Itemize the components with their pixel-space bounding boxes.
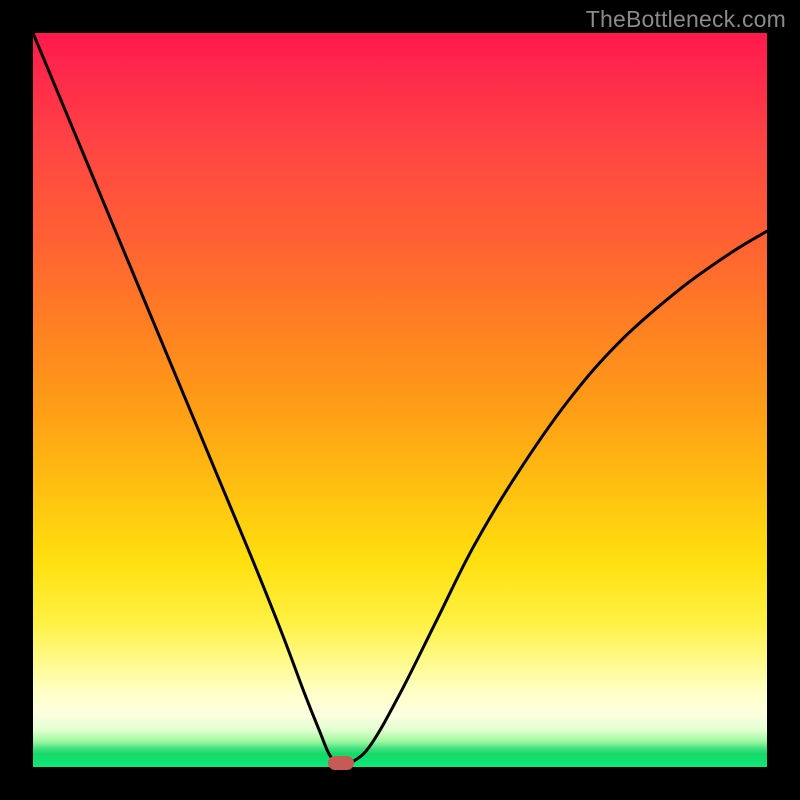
bottleneck-curve: [33, 33, 767, 767]
optimal-point-marker: [328, 756, 354, 770]
chart-frame: TheBottleneck.com: [0, 0, 800, 800]
watermark-text: TheBottleneck.com: [586, 6, 786, 33]
plot-area: [33, 33, 767, 767]
